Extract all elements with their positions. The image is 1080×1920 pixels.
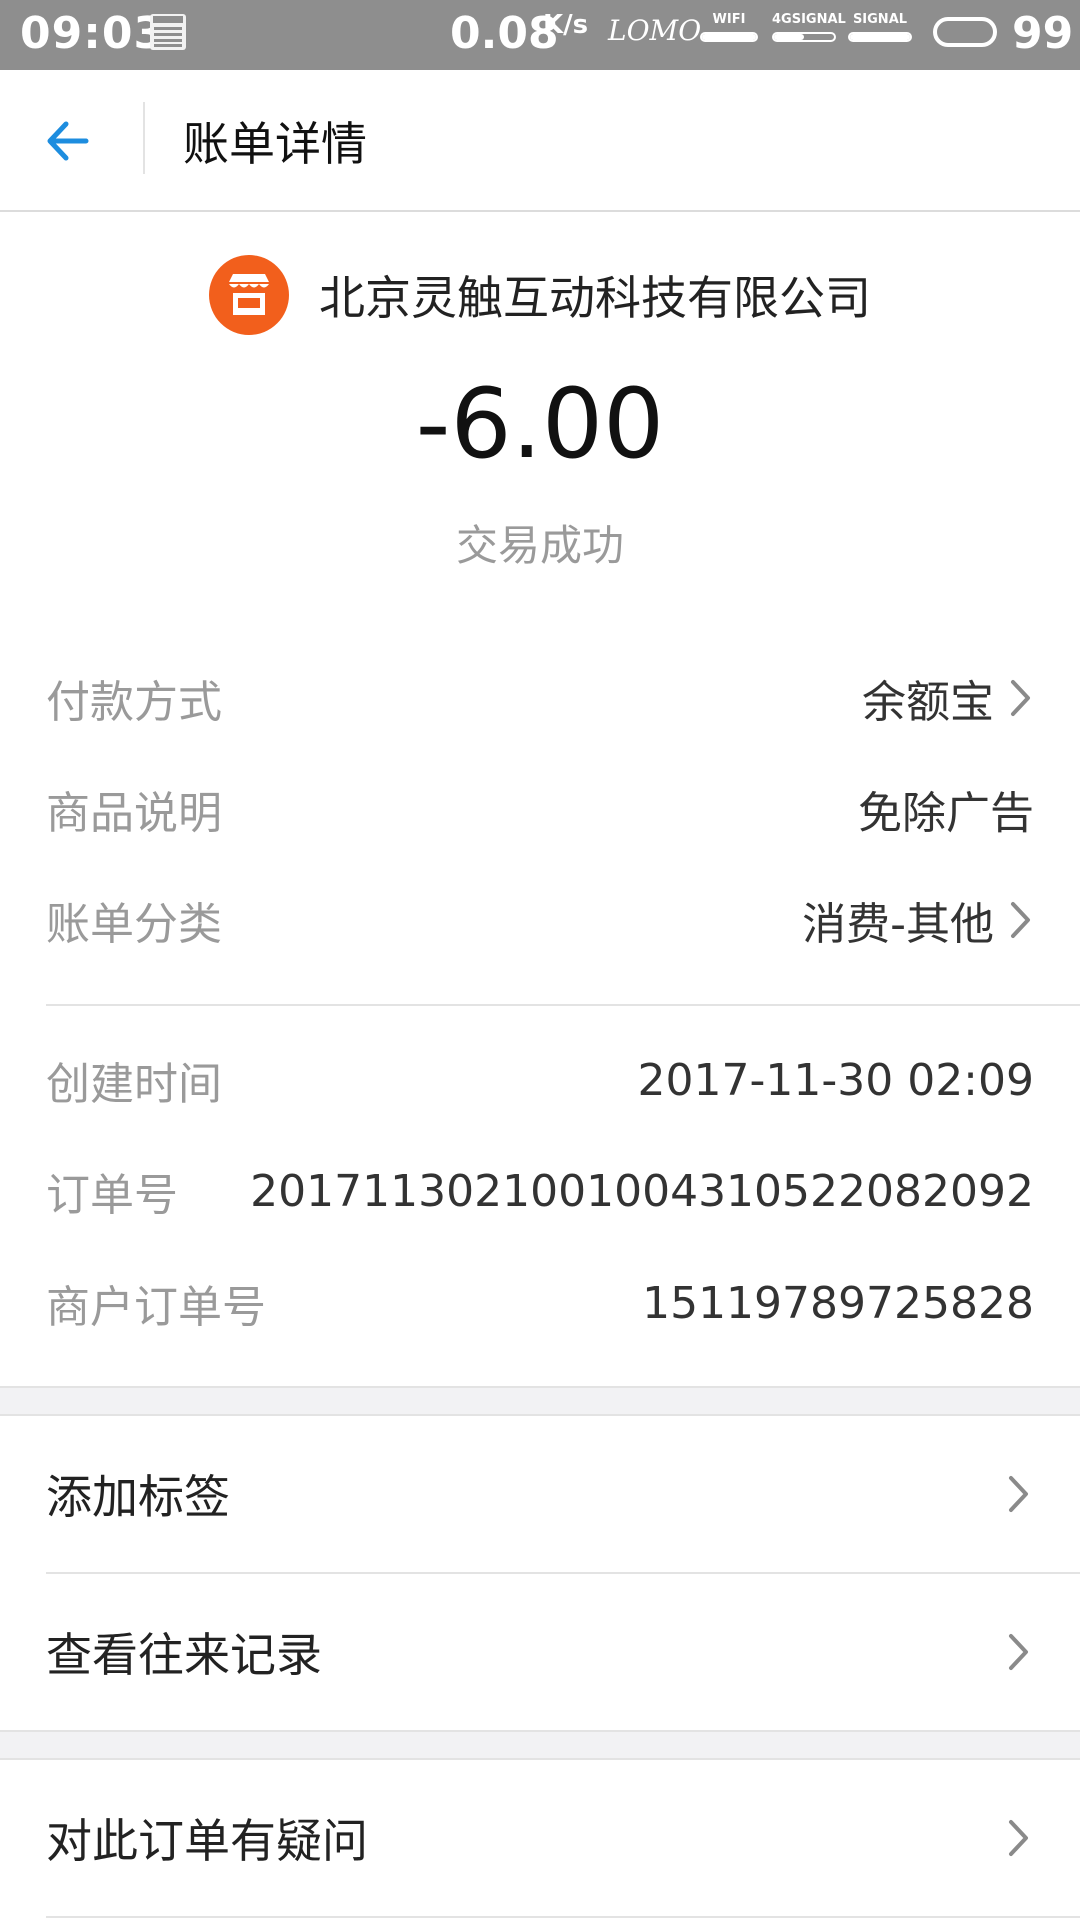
status-bar: 09:03 0.08 K/s LOMO WIFI 4GSIGNAL SIGNAL… xyxy=(0,0,1080,70)
signal-4g-label: 4GSIGNAL xyxy=(772,12,846,27)
transaction-amount: -6.00 xyxy=(415,368,665,480)
bill-category-row[interactable]: 账单分类 消费-其他 xyxy=(46,880,1034,960)
order-question-row[interactable]: 对此订单有疑问 xyxy=(0,1760,1080,1916)
merchant-name: 北京灵触互动科技有限公司 xyxy=(319,271,871,325)
merchant-order-number-label: 商户订单号 xyxy=(46,1282,266,1333)
created-time-value: 2017-11-30 02:09 xyxy=(637,1054,1035,1106)
product-description-value: 免除广告 xyxy=(858,788,1034,839)
wifi-icon: WIFI xyxy=(700,12,758,52)
chevron-right-icon xyxy=(1011,902,1030,938)
transaction-status: 交易成功 xyxy=(455,521,624,570)
order-number-row: 订单号 2017113021001004310522082092 xyxy=(46,1151,1034,1231)
carrier-label: LOMO xyxy=(608,14,702,47)
product-description-row: 商品说明 免除广告 xyxy=(46,769,1034,849)
order-number-value: 2017113021001004310522082092 xyxy=(250,1165,1034,1217)
created-time-row: 创建时间 2017-11-30 02:09 xyxy=(46,1040,1034,1120)
arrow-left-icon xyxy=(47,121,89,161)
payment-method-value: 余额宝 xyxy=(862,677,994,728)
page-title: 账单详情 xyxy=(183,117,367,171)
signal-label: SIGNAL xyxy=(852,12,908,27)
order-number-label: 订单号 xyxy=(46,1170,178,1221)
chevron-right-icon xyxy=(1009,1820,1028,1856)
battery-icon xyxy=(933,17,997,47)
merchant-order-number-row: 商户订单号 15119789725828 xyxy=(46,1263,1034,1343)
title-divider xyxy=(143,102,145,174)
chevron-right-icon xyxy=(1011,680,1030,716)
add-tag-label: 添加标签 xyxy=(46,1470,230,1524)
chevron-right-icon xyxy=(1009,1634,1028,1670)
news-icon xyxy=(150,14,186,50)
back-button[interactable] xyxy=(40,106,110,176)
bill-category-label: 账单分类 xyxy=(46,899,222,950)
wifi-label: WIFI xyxy=(712,12,746,27)
network-speed-unit: K/s xyxy=(543,10,589,40)
bill-category-value: 消费-其他 xyxy=(802,899,994,950)
chevron-right-icon xyxy=(1009,1476,1028,1512)
battery-level: 99 xyxy=(1012,8,1074,59)
merchant-order-number-value: 15119789725828 xyxy=(642,1277,1034,1329)
merchant-row: 北京灵触互动科技有限公司 xyxy=(0,250,1080,340)
order-question-label: 对此订单有疑问 xyxy=(46,1814,368,1868)
section-divider xyxy=(46,1004,1080,1006)
section-separator xyxy=(0,1730,1080,1760)
add-tag-row[interactable]: 添加标签 xyxy=(0,1416,1080,1572)
created-time-label: 创建时间 xyxy=(46,1059,222,1110)
row-divider xyxy=(46,1916,1080,1918)
view-history-row[interactable]: 查看往来记录 xyxy=(0,1574,1080,1730)
payment-method-label: 付款方式 xyxy=(46,677,222,728)
signal-4g-icon: 4GSIGNAL xyxy=(772,12,846,52)
signal-icon: SIGNAL xyxy=(848,12,912,52)
product-description-label: 商品说明 xyxy=(46,788,222,839)
shop-icon xyxy=(209,255,289,335)
status-time: 09:03 xyxy=(20,8,166,59)
title-bar: 账单详情 xyxy=(0,70,1080,212)
view-history-label: 查看往来记录 xyxy=(46,1628,322,1682)
payment-method-row[interactable]: 付款方式 余额宝 xyxy=(46,658,1034,738)
section-separator xyxy=(0,1386,1080,1416)
